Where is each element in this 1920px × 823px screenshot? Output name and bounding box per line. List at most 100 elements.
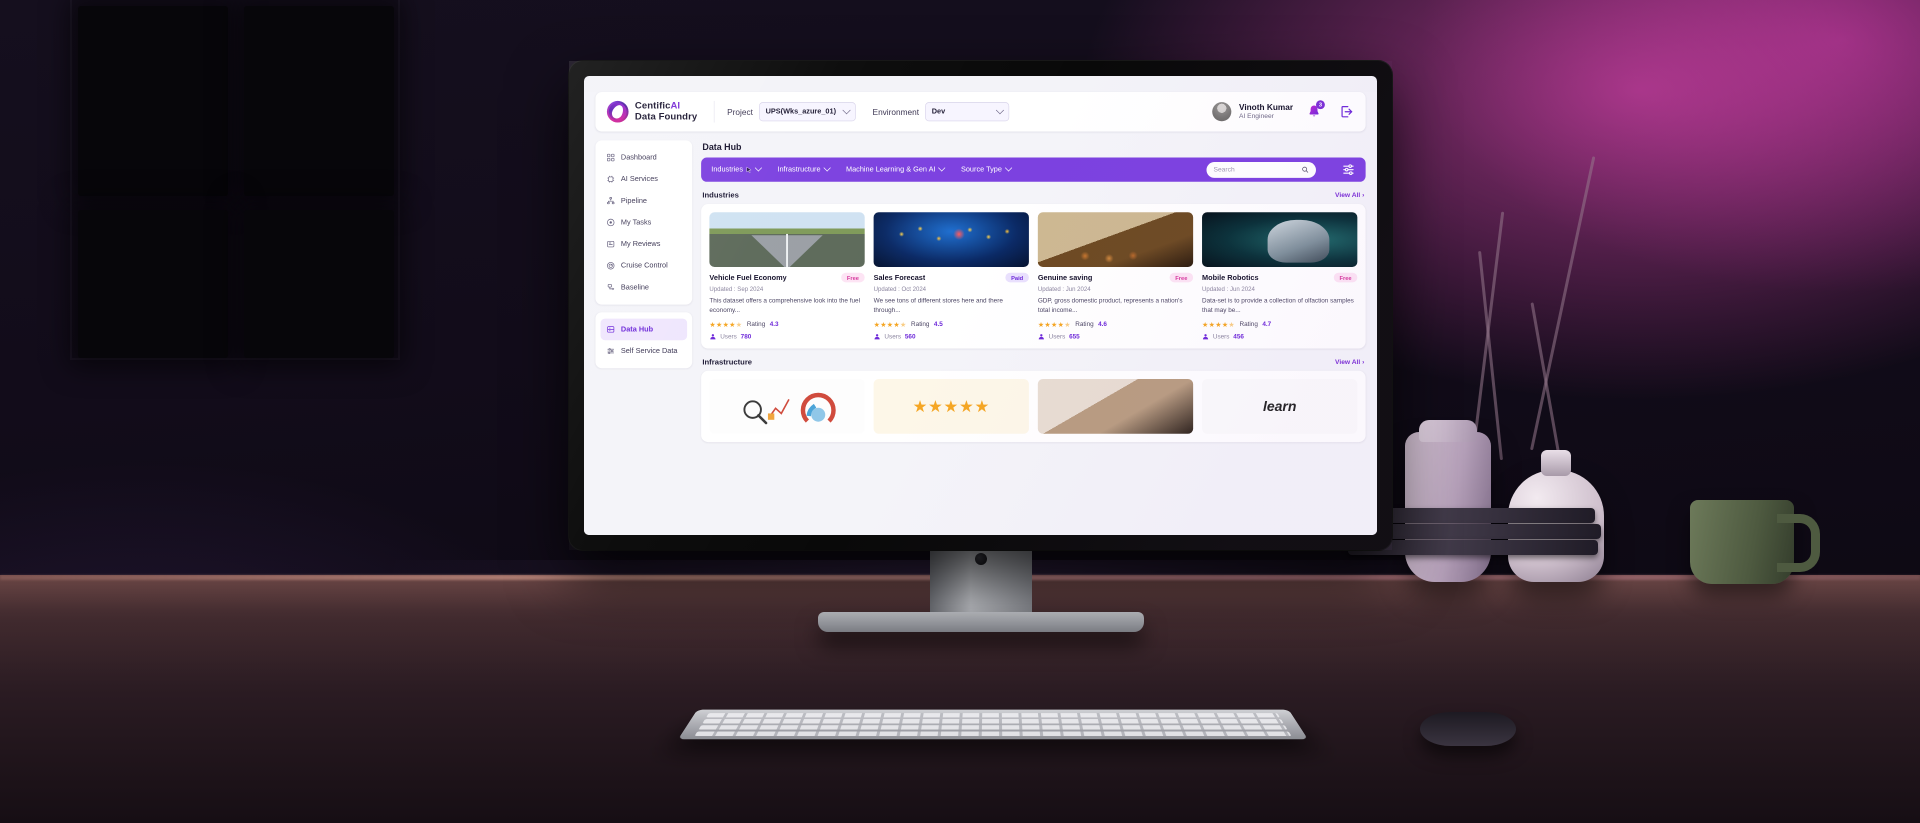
logout-icon (1341, 106, 1353, 118)
environment-select[interactable]: Dev (925, 102, 1010, 122)
dataset-card[interactable]: learn (1202, 379, 1358, 434)
sliders-icon[interactable] (1341, 163, 1355, 177)
brand-name-accent: AI (670, 100, 681, 112)
search-box[interactable] (1206, 161, 1316, 178)
mouse-cursor-icon (746, 166, 752, 173)
user-profile[interactable]: Vinoth Kumar AI Engineer 3 (1212, 100, 1354, 122)
card-thumbnail (1202, 212, 1358, 268)
infrastructure-card-grid: ★★★★★ learn (709, 379, 1358, 434)
card-updated: Updated : Oct 2024 (873, 286, 927, 294)
card-badge: Paid (1005, 272, 1029, 283)
dataset-card[interactable]: Mobile Robotics Free Updated : Jun 2024 … (1202, 212, 1358, 340)
dataset-card[interactable] (1037, 379, 1194, 434)
dataset-card[interactable]: Vehicle Fuel Economy Free Updated : Sep … (709, 212, 865, 341)
dataset-card[interactable]: ★★★★★ (873, 379, 1029, 434)
users-label: Users (720, 333, 737, 341)
star-rating-icon: ★★★★★ (1202, 321, 1236, 329)
card-updated: Updated : Jun 2024 (1202, 286, 1255, 294)
top-bar: CentificAI Data Foundry Project UPS(Wks_… (595, 92, 1366, 132)
users-value: 655 (1069, 333, 1080, 341)
infrastructure-panel: ★★★★★ learn (701, 370, 1366, 443)
project-selector-group: Project UPS(Wks_azure_01) (727, 102, 857, 122)
sidebar-group-data: Data Hub Self Service Data (595, 312, 693, 369)
card-thumbnail (709, 379, 865, 434)
sidebar-item-label: Baseline (620, 283, 650, 292)
sidebar-item-my-reviews[interactable]: My Reviews (601, 233, 688, 255)
filter-label: Machine Learning & Gen AI (845, 165, 936, 174)
rating-value: 4.5 (933, 321, 943, 329)
users-value: 780 (740, 333, 752, 341)
sidebar-item-label: Self Service Data (620, 347, 678, 355)
star-rating-icon: ★★★★★ (709, 321, 743, 329)
users-value: 560 (904, 333, 916, 341)
sidebar-item-label: My Tasks (620, 218, 652, 227)
monitor-stand-base (818, 612, 1144, 632)
dataset-card[interactable]: Sales Forecast Paid Updated : Oct 2024 W… (873, 212, 1029, 341)
wall-pane (244, 6, 394, 196)
page-title: Data Hub (702, 141, 742, 152)
my-reviews-icon (607, 241, 615, 248)
stars-illustration-icon: ★★★★★ (912, 396, 990, 416)
centific-logo-icon (606, 100, 629, 123)
sidebar-item-baseline[interactable]: Baseline (601, 277, 688, 299)
filter-infrastructure[interactable]: Infrastructure (777, 164, 831, 173)
card-description: We see tons of different stores here and… (873, 297, 1003, 314)
users-icon (1038, 334, 1044, 340)
project-select[interactable]: UPS(Wks_azure_01) (759, 102, 857, 122)
card-title: Genuine saving (1037, 273, 1093, 282)
users-label: Users (884, 333, 902, 341)
chevron-down-icon (996, 105, 1005, 114)
dataset-card[interactable] (709, 379, 865, 434)
chevron-down-icon (754, 164, 762, 172)
view-all-industries[interactable]: View All › (1335, 191, 1364, 199)
body: Dashboard AI Services Pipeline My Tasks … (584, 131, 1377, 535)
filter-industries[interactable]: Industries (711, 164, 762, 173)
sidebar-item-data-hub[interactable]: Data Hub (600, 318, 688, 341)
search-input[interactable] (1213, 165, 1298, 174)
dataset-card[interactable]: Genuine saving Free Updated : Jun 2024 G… (1037, 212, 1194, 340)
card-title: Sales Forecast (873, 273, 926, 282)
sidebar-item-pipeline[interactable]: Pipeline (601, 190, 688, 212)
rating-value: 4.6 (1098, 321, 1107, 329)
my-tasks-icon (607, 218, 615, 227)
environment-value: Dev (931, 107, 946, 116)
sidebar-item-cruise-control[interactable]: Cruise Control (601, 255, 688, 277)
users-label: Users (1048, 333, 1066, 341)
sidebar-item-dashboard[interactable]: Dashboard (601, 147, 688, 169)
card-title: Vehicle Fuel Economy (709, 273, 787, 282)
rating-label: Rating (1075, 321, 1094, 329)
application-window: CentificAI Data Foundry Project UPS(Wks_… (584, 92, 1377, 535)
wall-pane (78, 210, 228, 358)
rating-label: Rating (746, 321, 766, 329)
wall-pane (78, 6, 228, 196)
section-header-infrastructure: Infrastructure View All › (702, 357, 1364, 366)
data-hub-icon (607, 326, 615, 333)
project-label: Project (727, 106, 753, 117)
sidebar-item-self-service-data[interactable]: Self Service Data (601, 340, 688, 362)
industries-card-grid: Vehicle Fuel Economy Free Updated : Sep … (709, 212, 1358, 341)
card-users-row: Users 456 (1202, 333, 1357, 340)
sidebar-item-my-tasks[interactable]: My Tasks (601, 212, 688, 234)
users-icon (710, 334, 716, 340)
sidebar-item-label: Data Hub (620, 325, 654, 334)
sidebar-item-ai-services[interactable]: AI Services (601, 168, 688, 190)
notifications-button[interactable]: 3 (1306, 100, 1325, 120)
card-users-row: Users 655 (1038, 333, 1193, 340)
card-thumbnail (1037, 379, 1194, 434)
view-all-infrastructure[interactable]: View All › (1335, 358, 1364, 366)
notification-badge: 3 (1315, 100, 1325, 110)
card-thumbnail: learn (1202, 379, 1358, 434)
filter-machine-learning-gen-ai[interactable]: Machine Learning & Gen AI (845, 164, 946, 174)
star-rating-icon: ★★★★★ (873, 321, 907, 329)
card-title: Mobile Robotics (1202, 273, 1259, 282)
user-name: Vinoth Kumar (1238, 102, 1294, 112)
brand-logo[interactable]: CentificAI Data Foundry (606, 100, 711, 123)
filter-source-type[interactable]: Source Type (961, 164, 1012, 173)
logout-button[interactable] (1339, 104, 1354, 119)
cruise-control-icon (607, 262, 615, 270)
sidebar-item-label: Dashboard (620, 153, 657, 162)
section-title: Industries (702, 190, 739, 200)
card-thumbnail (1037, 212, 1194, 268)
users-value: 456 (1233, 333, 1244, 341)
chevron-down-icon (823, 164, 831, 172)
